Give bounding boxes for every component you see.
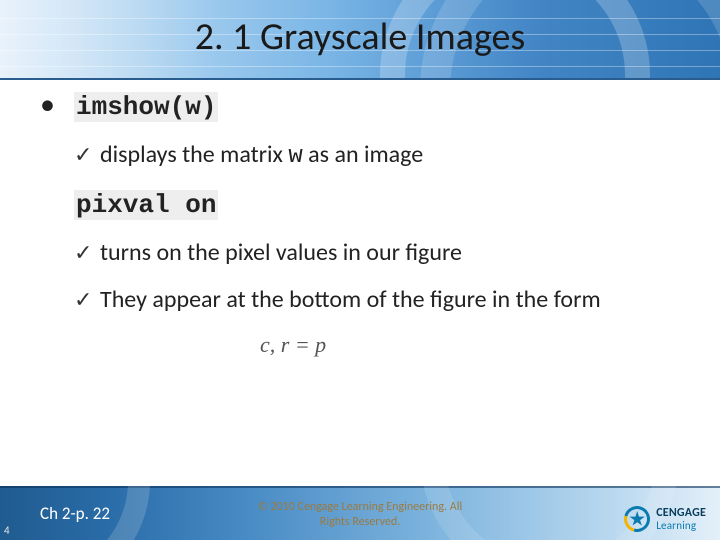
slide: 2. 1 Grayscale Images • imshow(w) ✓ disp… bbox=[0, 0, 720, 540]
check-line-3: ✓ They appear at the bottom of the figur… bbox=[74, 285, 690, 314]
bullet-dot-icon: • bbox=[40, 90, 74, 120]
logo-text: CENGAGE Learning bbox=[656, 507, 706, 531]
check-icon: ✓ bbox=[74, 239, 100, 266]
copyright: © 2010 Cengage Learning Engineering. All… bbox=[0, 500, 720, 530]
text: turns on the pixel values in our figure bbox=[100, 238, 462, 267]
code-snippet-1: imshow(w) bbox=[74, 92, 218, 122]
check-icon: ✓ bbox=[74, 286, 100, 313]
content-area: • imshow(w) ✓ displays the matrix w as a… bbox=[40, 90, 690, 358]
check-icon: ✓ bbox=[74, 141, 100, 168]
check-line-1: ✓ displays the matrix w as an image bbox=[74, 140, 690, 170]
text: displays the matrix w as an image bbox=[100, 140, 423, 170]
logo-icon bbox=[624, 506, 650, 532]
code-snippet-2: pixval on bbox=[74, 190, 218, 220]
slide-title: 2. 1 Grayscale Images bbox=[0, 14, 720, 60]
bullet-code-1: • imshow(w) bbox=[40, 90, 690, 122]
check-line-2: ✓ turns on the pixel values in our figur… bbox=[74, 238, 690, 267]
bullet-code-2: pixval on bbox=[74, 190, 690, 220]
formula: c, r = p bbox=[260, 332, 690, 358]
text: They appear at the bottom of the figure … bbox=[100, 285, 601, 314]
footer-band: Ch 2-p. 22 4 © 2010 Cengage Learning Eng… bbox=[0, 486, 720, 540]
cengage-logo: CENGAGE Learning bbox=[624, 506, 706, 532]
